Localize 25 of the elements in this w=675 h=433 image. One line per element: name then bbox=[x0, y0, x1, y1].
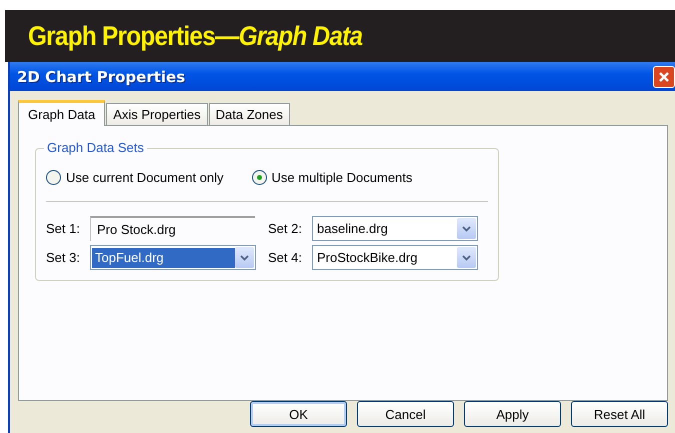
dropdown[interactable]: ProStockBike.drg bbox=[312, 245, 478, 270]
group-title: Graph Data Sets bbox=[44, 140, 147, 155]
field-label: Set 4: bbox=[268, 250, 303, 265]
dropdown[interactable]: baseline.drg bbox=[312, 216, 478, 241]
caret-icon[interactable] bbox=[457, 247, 476, 268]
dialog-button[interactable]: Apply bbox=[464, 401, 561, 427]
field-label: Set 1: bbox=[46, 221, 81, 236]
tab[interactable]: Axis Properties bbox=[106, 103, 208, 125]
text-field[interactable]: Pro Stock.drg bbox=[90, 216, 255, 241]
dropdown[interactable]: TopFuel.drg bbox=[90, 245, 256, 270]
field-label: Set 2: bbox=[268, 221, 303, 236]
dialog-button[interactable]: Reset All bbox=[571, 401, 668, 427]
dialog-button[interactable]: OK bbox=[250, 401, 347, 427]
banner-title: Graph Properties—Graph Data bbox=[28, 20, 362, 52]
field-label: Set 3: bbox=[46, 250, 81, 265]
radio-option[interactable]: Use multiple Documents bbox=[252, 170, 412, 185]
close-icon[interactable] bbox=[658, 70, 670, 82]
tab[interactable]: Data Zones bbox=[208, 103, 290, 125]
radio-option[interactable]: Use current Document only bbox=[46, 170, 224, 185]
close-button[interactable] bbox=[653, 66, 675, 88]
dialog-button[interactable]: Cancel bbox=[357, 401, 454, 427]
tab[interactable]: Graph Data bbox=[18, 100, 106, 126]
caret-icon[interactable] bbox=[457, 218, 476, 239]
window-title: 2D Chart Properties bbox=[17, 68, 186, 86]
caret-icon[interactable] bbox=[235, 247, 254, 268]
